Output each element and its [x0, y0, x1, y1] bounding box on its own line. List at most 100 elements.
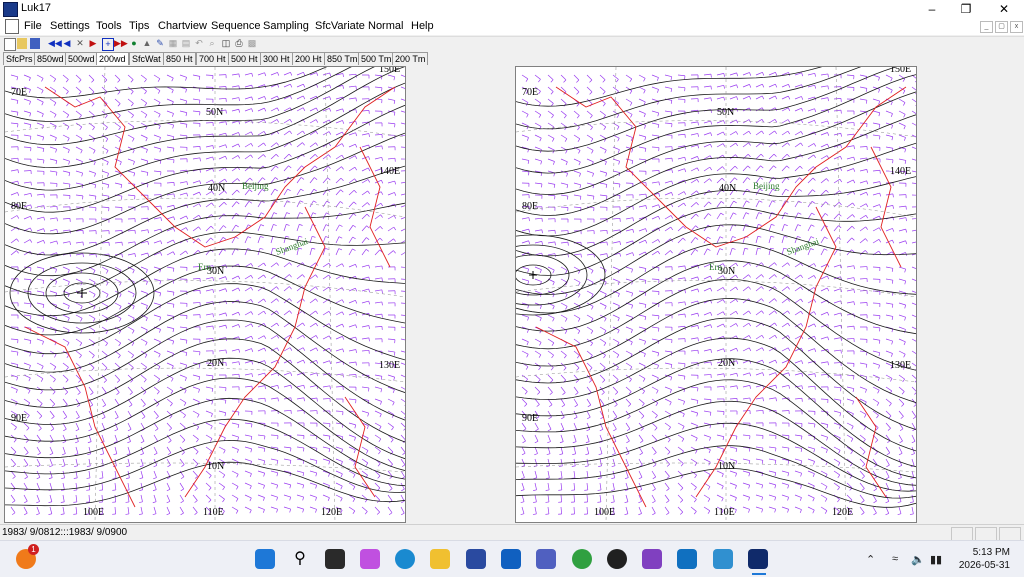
mdi-minimize-button[interactable]: _: [980, 21, 993, 33]
wind-barb: [297, 410, 304, 411]
weather-map-right[interactable]: 70E 80E 90E 100E 110E 120E 130E 140E 150…: [515, 66, 917, 523]
save-icon[interactable]: [30, 38, 40, 49]
export-icon[interactable]: ▲: [142, 38, 152, 49]
mdi-restore-button[interactable]: ▢: [995, 21, 1008, 33]
stop-icon[interactable]: ✕: [75, 38, 85, 49]
start-icon[interactable]: [255, 549, 275, 569]
window-layout-icon[interactable]: ◫: [221, 38, 231, 49]
volume-icon[interactable]: 🔈: [911, 553, 925, 566]
wind-barb-flag: [547, 454, 550, 455]
goto-frame-icon[interactable]: +: [102, 38, 114, 51]
tab-500wd[interactable]: 500wd: [65, 52, 98, 65]
wind-barb: [782, 435, 789, 436]
restore-button[interactable]: ❐: [949, 0, 983, 18]
print-icon[interactable]: ⎙: [234, 38, 244, 49]
wind-barb-flag: [195, 500, 198, 502]
store-icon[interactable]: [466, 549, 486, 569]
wind-barb: [63, 375, 68, 380]
wind-barb: [639, 279, 646, 280]
copilot-icon[interactable]: [360, 549, 380, 569]
zoom-icon[interactable]: ⌕: [207, 38, 217, 49]
wind-barb-flag: [577, 92, 579, 94]
menu-tools[interactable]: Tools: [96, 20, 122, 32]
wind-barb: [219, 495, 225, 499]
wind-barb: [600, 75, 605, 80]
tab-500tm[interactable]: 500 Tm: [358, 52, 394, 65]
overlay-icon[interactable]: ▤: [181, 38, 191, 49]
tab-850ht[interactable]: 850 Ht: [163, 52, 196, 65]
fast-rewind-icon[interactable]: ◀◀: [48, 38, 58, 49]
document-menu-icon[interactable]: [5, 19, 19, 34]
wind-barb: [522, 111, 528, 114]
wind-barb: [717, 155, 723, 159]
menu-sfcvariate[interactable]: SfcVariate: [315, 20, 365, 32]
wind-barb: [141, 171, 148, 172]
fast-forward-icon[interactable]: ▶▶: [114, 38, 124, 49]
wind-barb-flag: [356, 362, 357, 365]
clock[interactable]: 5:13 PM 2026-05-31: [959, 546, 1010, 572]
task-view-icon[interactable]: [325, 549, 345, 569]
wind-barb-flag: [277, 108, 279, 111]
menu-tips[interactable]: Tips: [129, 20, 149, 32]
visual-studio-icon[interactable]: [642, 549, 662, 569]
menu-normal[interactable]: Normal: [368, 20, 403, 32]
wifi-icon[interactable]: ≈: [892, 553, 898, 565]
menu-sampling[interactable]: Sampling: [263, 20, 309, 32]
undo-icon[interactable]: ↶: [194, 38, 204, 49]
wind-barb: [847, 238, 852, 243]
menu-settings[interactable]: Settings: [50, 20, 90, 32]
photos-icon[interactable]: [713, 549, 733, 569]
luk17-icon[interactable]: [748, 549, 768, 569]
edit-icon[interactable]: ✎: [155, 38, 165, 49]
media-player-icon[interactable]: [607, 549, 627, 569]
wind-barb: [860, 239, 865, 243]
close-button[interactable]: ✕: [987, 0, 1021, 18]
wind-barb: [102, 315, 108, 319]
weather-map-left[interactable]: 70E 80E 90E 100E 110E 120E 130E 140E 150…: [4, 66, 406, 523]
step-forward-icon[interactable]: ▶: [88, 38, 98, 49]
tab-200tm[interactable]: 200 Tm: [392, 52, 428, 65]
wind-barb-flag: [698, 289, 699, 292]
grid-icon[interactable]: ▦: [168, 38, 178, 49]
wind-barb-flag: [906, 218, 907, 221]
wind-barb-flag: [173, 304, 174, 307]
wind-barb-flag: [708, 511, 710, 514]
menu-help[interactable]: Help: [411, 20, 434, 32]
wind-barb-flag: [313, 201, 316, 203]
tab-200wd[interactable]: 200wd: [96, 52, 129, 65]
wind-barb-flag: [93, 127, 95, 130]
new-file-icon[interactable]: [4, 38, 16, 51]
chrome-icon[interactable]: [572, 549, 592, 569]
tab-200ht[interactable]: 200 Ht: [292, 52, 325, 65]
desktop-icon[interactable]: [677, 549, 697, 569]
wind-barb: [600, 327, 606, 331]
tab-700ht[interactable]: 700 Ht: [196, 52, 229, 65]
wind-barb-flag: [695, 450, 697, 453]
file-explorer-icon[interactable]: [430, 549, 450, 569]
tab-300ht[interactable]: 300 Ht: [260, 52, 293, 65]
teams-icon[interactable]: [536, 549, 556, 569]
wind-barb: [756, 459, 763, 460]
menu-sequence[interactable]: Sequence: [211, 20, 261, 32]
tab-sfcwat[interactable]: SfcWat: [129, 52, 164, 65]
step-back-icon[interactable]: ◀: [62, 38, 72, 49]
search-icon[interactable]: ⚲: [290, 549, 310, 569]
minimize-button[interactable]: –: [915, 0, 949, 18]
edge-icon[interactable]: [395, 549, 415, 569]
chevron-up-icon[interactable]: ⌃: [866, 553, 875, 566]
tab-sfcprs[interactable]: SfcPrs: [3, 52, 36, 65]
menu-chartview[interactable]: Chartview: [158, 20, 207, 32]
menu-file[interactable]: File: [24, 20, 42, 32]
wind-barb-flag: [697, 179, 699, 182]
wind-barb-flag: [735, 510, 736, 513]
open-folder-icon[interactable]: [17, 38, 27, 49]
tab-850tm[interactable]: 850 Tm: [324, 52, 360, 65]
refresh-icon[interactable]: ●: [129, 38, 139, 49]
outlook-icon[interactable]: [501, 549, 521, 569]
wind-barb-flag: [145, 115, 147, 118]
tab-500ht[interactable]: 500 Ht: [228, 52, 261, 65]
battery-icon[interactable]: ▮▮: [930, 553, 942, 566]
mdi-close-button[interactable]: x: [1010, 21, 1023, 33]
tab-850wd[interactable]: 850wd: [34, 52, 67, 65]
settings-grid-icon[interactable]: ▩: [247, 38, 257, 49]
